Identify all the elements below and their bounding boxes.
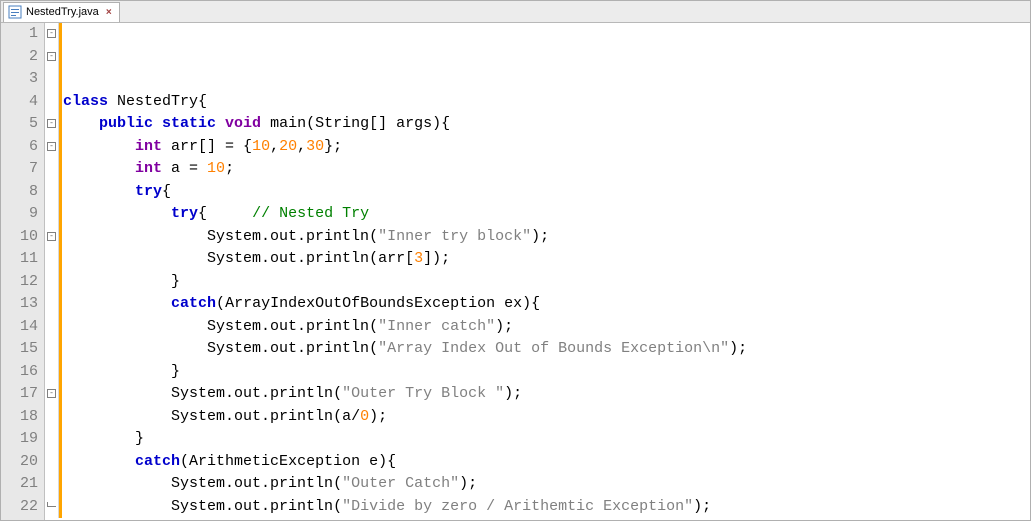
code-line[interactable]: int arr[] = {10,20,30}; <box>63 136 1030 159</box>
line-number: 14 <box>1 316 38 339</box>
line-number: 17 <box>1 383 38 406</box>
code-line[interactable]: public static void main(String[] args){ <box>63 113 1030 136</box>
code-line[interactable]: catch(ArithmeticException e){ <box>63 451 1030 474</box>
code-line[interactable]: System.out.println("Inner catch"); <box>63 316 1030 339</box>
code-line[interactable]: try{ // Nested Try <box>63 203 1030 226</box>
code-line[interactable]: int a = 10; <box>63 158 1030 181</box>
code-line[interactable]: } <box>63 361 1030 384</box>
fold-end-icon <box>47 502 56 507</box>
java-file-icon <box>8 5 22 19</box>
fold-toggle-icon[interactable]: - <box>47 29 56 38</box>
line-number: 10 <box>1 226 38 249</box>
code-line[interactable]: System.out.println("Divide by zero / Ari… <box>63 496 1030 519</box>
line-number: 16 <box>1 361 38 384</box>
line-number: 15 <box>1 338 38 361</box>
line-number: 6 <box>1 136 38 159</box>
line-number: 5 <box>1 113 38 136</box>
editor-window: NestedTry.java × 12345678910111213141516… <box>0 0 1031 521</box>
fold-toggle-icon[interactable]: - <box>47 389 56 398</box>
line-number: 20 <box>1 451 38 474</box>
code-line[interactable]: System.out.println("Outer Catch"); <box>63 473 1030 496</box>
line-number: 18 <box>1 406 38 429</box>
line-number: 4 <box>1 91 38 114</box>
code-line[interactable]: System.out.println("Outer Try Block "); <box>63 383 1030 406</box>
line-number: 8 <box>1 181 38 204</box>
tab-filename: NestedTry.java <box>26 6 99 18</box>
line-number: 9 <box>1 203 38 226</box>
code-line[interactable]: System.out.println("Array Index Out of B… <box>63 338 1030 361</box>
line-number: 13 <box>1 293 38 316</box>
close-tab-icon[interactable]: × <box>103 6 115 18</box>
line-number: 12 <box>1 271 38 294</box>
code-line[interactable]: System.out.println("Inner try block"); <box>63 226 1030 249</box>
line-number: 2 <box>1 46 38 69</box>
code-line[interactable]: catch(ArrayIndexOutOfBoundsException ex)… <box>63 293 1030 316</box>
code-line[interactable]: } <box>63 518 1030 520</box>
code-line[interactable]: try{ <box>63 181 1030 204</box>
file-tab[interactable]: NestedTry.java × <box>3 2 120 22</box>
code-line[interactable]: } <box>63 428 1030 451</box>
fold-toggle-icon[interactable]: - <box>47 52 56 61</box>
line-number: 11 <box>1 248 38 271</box>
fold-toggle-icon[interactable]: - <box>47 119 56 128</box>
editor-body: 12345678910111213141516171819202122 ----… <box>1 23 1030 520</box>
line-number: 22 <box>1 496 38 519</box>
code-line[interactable]: } <box>63 271 1030 294</box>
line-number: 7 <box>1 158 38 181</box>
line-number: 21 <box>1 473 38 496</box>
fold-toggle-icon[interactable]: - <box>47 232 56 241</box>
line-number: 3 <box>1 68 38 91</box>
change-marker <box>59 23 62 518</box>
line-number: 1 <box>1 23 38 46</box>
line-number: 19 <box>1 428 38 451</box>
code-area[interactable]: class NestedTry{ public static void main… <box>59 23 1030 520</box>
fold-toggle-icon[interactable]: - <box>47 142 56 151</box>
fold-gutter[interactable]: - - - - - - <box>45 23 59 518</box>
code-line[interactable]: class NestedTry{ <box>63 91 1030 114</box>
tab-bar: NestedTry.java × <box>1 1 1030 23</box>
code-line[interactable]: System.out.println(arr[3]); <box>63 248 1030 271</box>
line-number-gutter[interactable]: 12345678910111213141516171819202122 <box>1 23 45 520</box>
code-line[interactable]: System.out.println(a/0); <box>63 406 1030 429</box>
